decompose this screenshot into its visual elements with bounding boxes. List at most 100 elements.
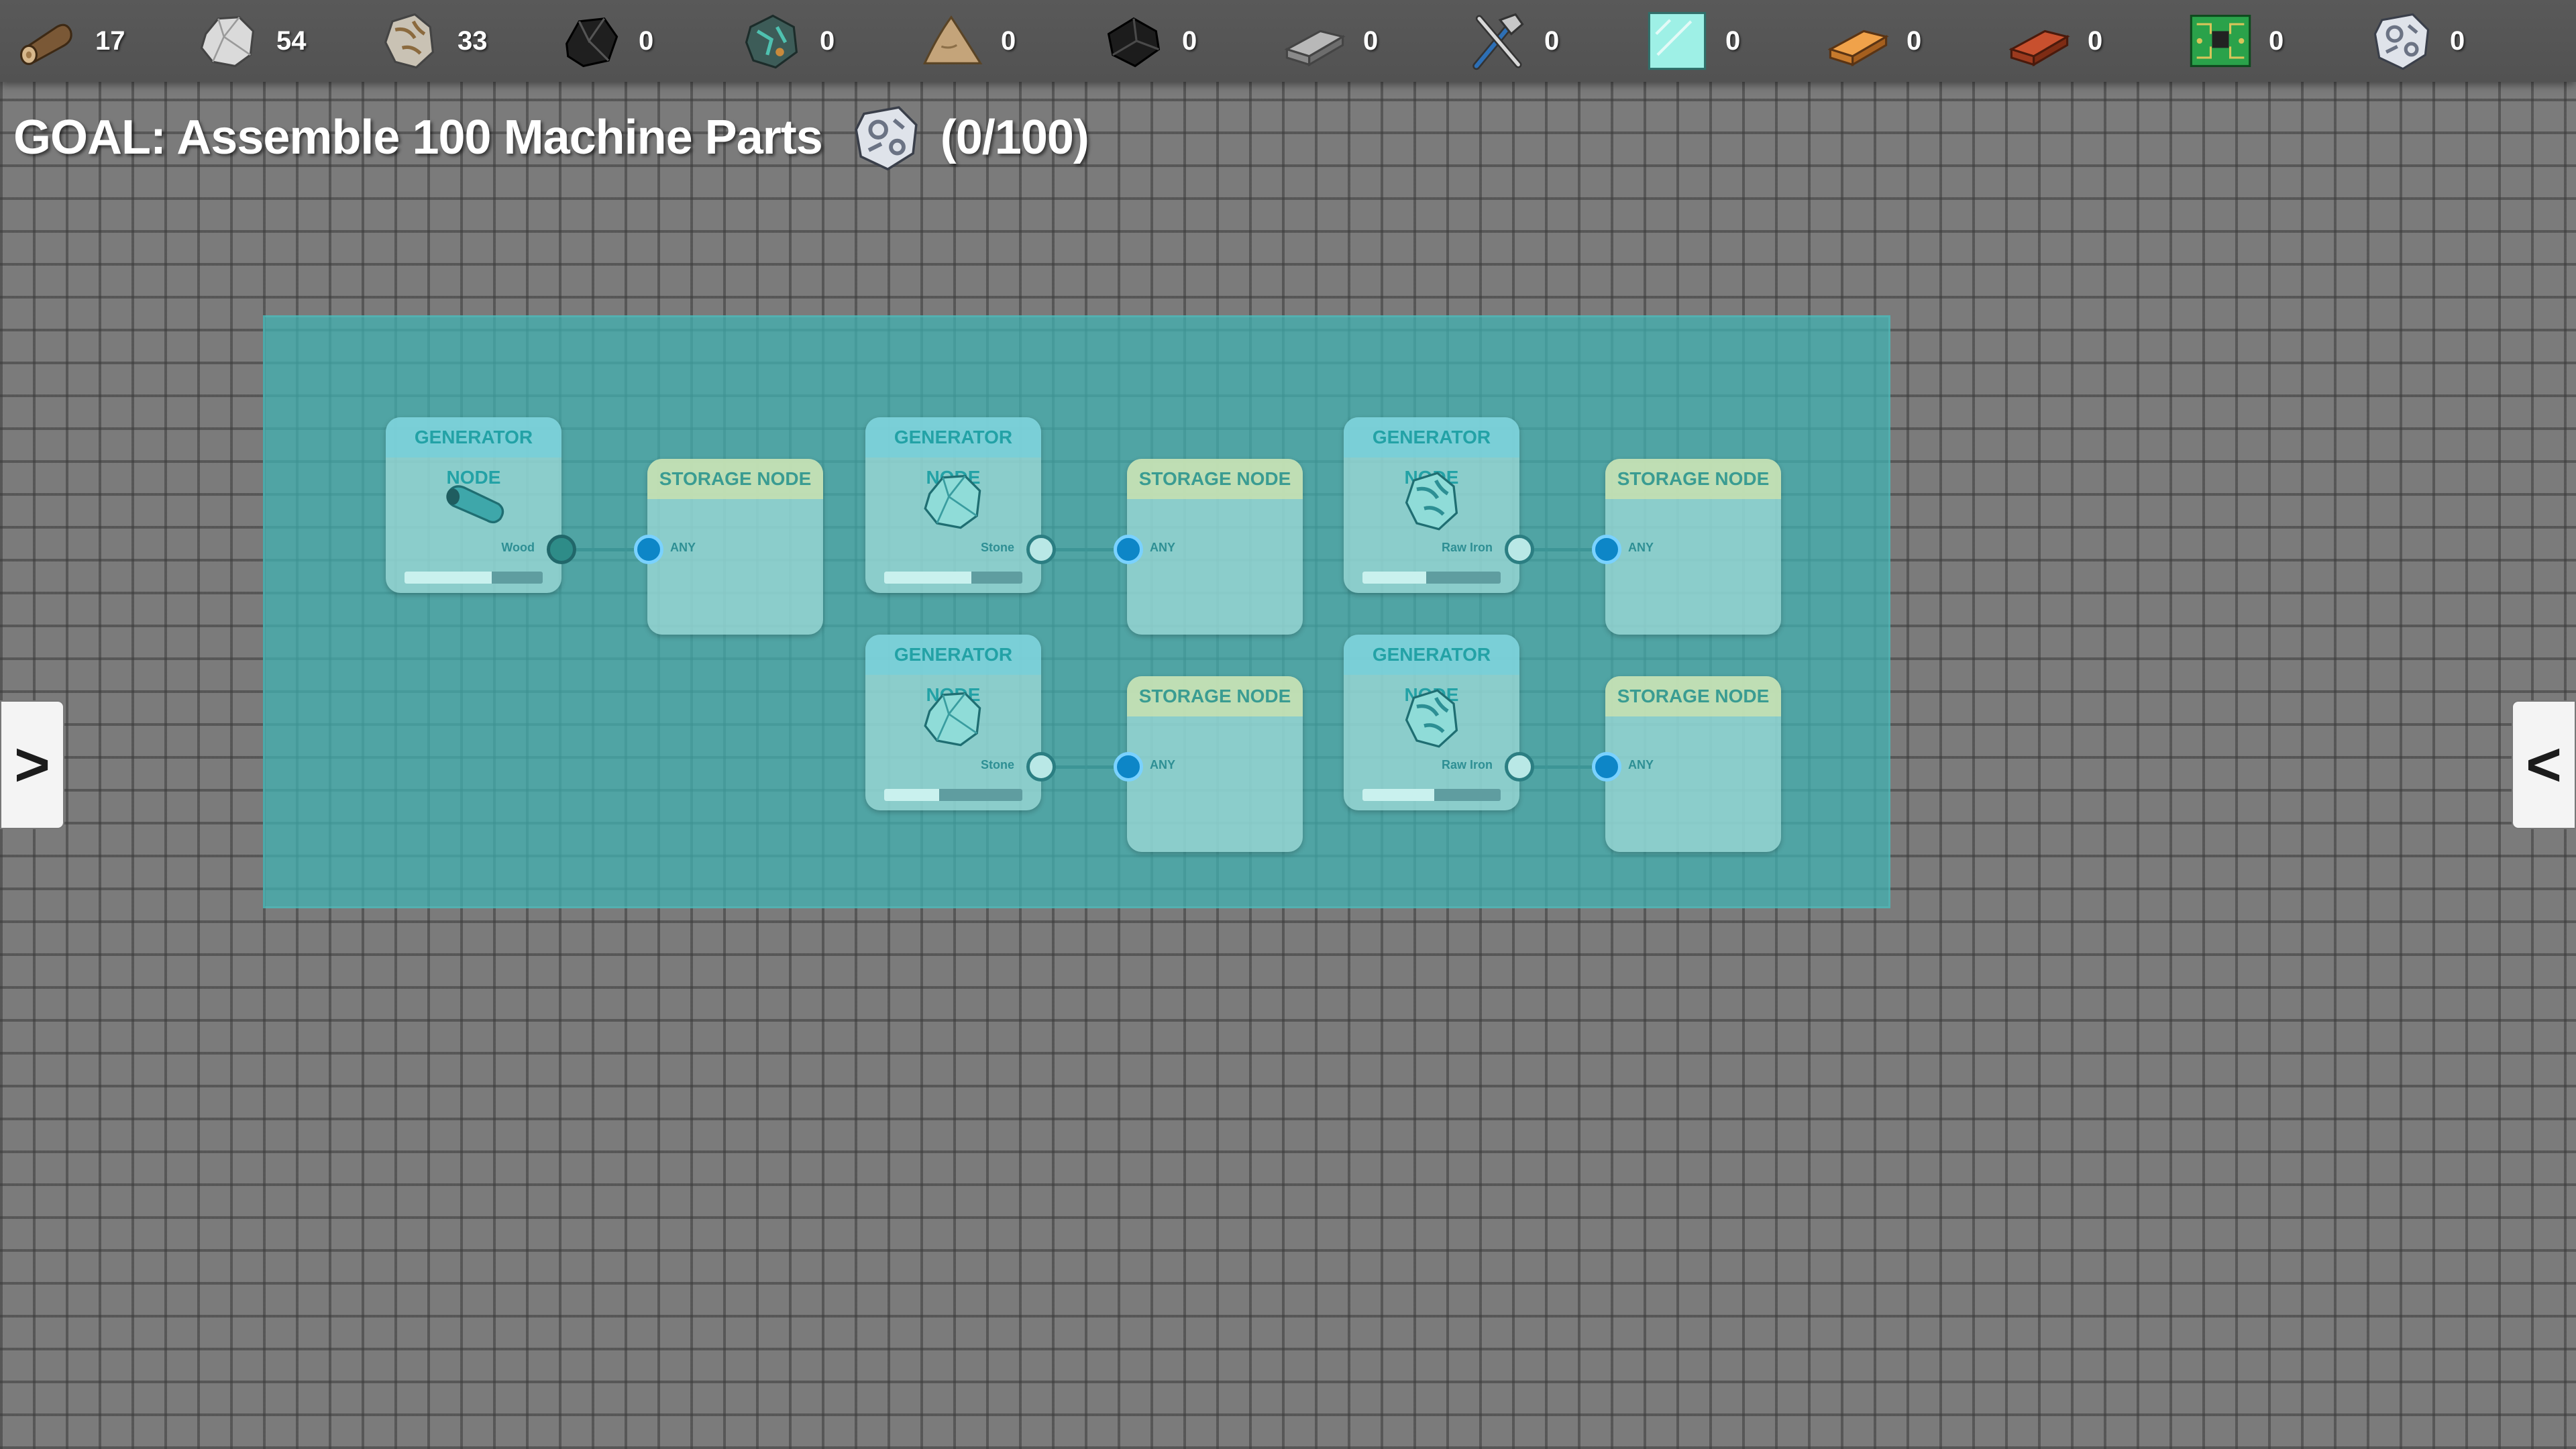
stone-icon: [916, 682, 990, 755]
input-port[interactable]: [1592, 535, 1621, 564]
raw-iron-icon: [1395, 682, 1468, 755]
output-resource-label: Raw Iron: [1441, 541, 1493, 554]
generator-progress-fill: [1362, 572, 1426, 584]
connection-wire: [1056, 765, 1114, 769]
goal-text: GOAL: Assemble 100 Machine Parts: [13, 111, 823, 164]
resource-count: 33: [458, 25, 488, 56]
storage-node[interactable]: STORAGE NODE ANY: [1127, 459, 1303, 635]
resource-count: 0: [1182, 25, 1197, 56]
machine-part-icon: [2367, 6, 2436, 76]
resource-count: 0: [1363, 25, 1379, 56]
resource-coal[interactable]: 0: [555, 0, 730, 82]
resource-count: 0: [1907, 25, 1922, 56]
resource-machine-part[interactable]: 0: [2367, 0, 2541, 82]
input-port[interactable]: [1114, 752, 1143, 782]
rubber-icon: [1099, 6, 1169, 76]
resource-circuit-board[interactable]: 0: [2186, 0, 2360, 82]
generator-node[interactable]: GENERATOR NODE Stone: [865, 417, 1041, 593]
resource-count: 0: [2088, 25, 2103, 56]
storage-port-label: ANY: [1628, 758, 1654, 771]
generator-node-title: GENERATOR NODE: [1344, 417, 1519, 488]
resource-sand[interactable]: 0: [918, 0, 1092, 82]
output-port[interactable]: [1026, 752, 1056, 782]
storage-node-title: STORAGE NODE: [1127, 459, 1303, 499]
resource-raw-iron[interactable]: 33: [374, 0, 549, 82]
output-resource-label: Raw Iron: [1441, 758, 1493, 771]
generator-node[interactable]: GENERATOR NODE Wood: [386, 417, 561, 593]
wood-icon: [437, 464, 511, 538]
glass-icon: [1642, 6, 1712, 76]
machine-part-icon: [847, 98, 926, 177]
storage-port-label: ANY: [1150, 541, 1176, 554]
output-resource-label: Stone: [980, 758, 1014, 771]
wood-icon: [12, 6, 82, 76]
generator-progress-bar: [1362, 789, 1501, 801]
storage-node-title: STORAGE NODE: [647, 459, 823, 499]
storage-node[interactable]: STORAGE NODE ANY: [1127, 676, 1303, 852]
factory-zone[interactable]: GENERATOR NODE Wood STORAGE NODE ANY GENERAT…: [263, 315, 1890, 908]
generator-progress-fill: [884, 572, 971, 584]
resource-iron-ingot[interactable]: 0: [1280, 0, 1454, 82]
generator-node-title: GENERATOR NODE: [386, 417, 561, 488]
iron-ingot-icon: [1280, 6, 1350, 76]
connection-wire: [1534, 765, 1592, 769]
generator-node[interactable]: GENERATOR NODE Raw Iron: [1344, 635, 1519, 810]
output-port[interactable]: [1505, 535, 1534, 564]
generator-node[interactable]: GENERATOR NODE Stone: [865, 635, 1041, 810]
output-resource-label: Stone: [980, 541, 1014, 554]
storage-node-title: STORAGE NODE: [1605, 676, 1781, 716]
generator-progress-bar: [1362, 572, 1501, 584]
output-resource-label: Wood: [501, 541, 535, 554]
resource-count: 0: [1544, 25, 1560, 56]
resource-count: 0: [2269, 25, 2284, 56]
raw-iron-icon: [374, 6, 444, 76]
brick-icon: [2004, 6, 2074, 76]
resource-count: 0: [639, 25, 654, 56]
generator-node[interactable]: GENERATOR NODE Raw Iron: [1344, 417, 1519, 593]
output-port[interactable]: [1505, 752, 1534, 782]
stone-icon: [193, 6, 263, 76]
storage-port-label: ANY: [1150, 758, 1176, 771]
resource-brick[interactable]: 0: [2004, 0, 2179, 82]
resource-glass[interactable]: 0: [1642, 0, 1817, 82]
input-port[interactable]: [1114, 535, 1143, 564]
resource-bar: 17 54 33 0 0 0 0 0 0 0 0 0 0 0: [0, 0, 2576, 82]
generator-progress-fill: [1362, 789, 1435, 801]
open-left-panel-button[interactable]: >: [0, 700, 64, 829]
storage-node-title: STORAGE NODE: [1605, 459, 1781, 499]
connection-wire: [576, 548, 634, 551]
input-port[interactable]: [634, 535, 663, 564]
storage-node-title: STORAGE NODE: [1127, 676, 1303, 716]
resource-wood[interactable]: 17: [12, 0, 186, 82]
resource-count: 54: [276, 25, 307, 56]
sand-icon: [918, 6, 987, 76]
resource-raw-copper[interactable]: 0: [737, 0, 911, 82]
input-port[interactable]: [1592, 752, 1621, 782]
storage-port-label: ANY: [670, 541, 696, 554]
coal-icon: [555, 6, 625, 76]
resource-stone[interactable]: 54: [193, 0, 368, 82]
resource-tools[interactable]: 0: [1461, 0, 1635, 82]
connection-wire: [1534, 548, 1592, 551]
goal-banner: GOAL: Assemble 100 Machine Parts (0/100): [13, 94, 1089, 181]
generator-progress-fill: [405, 572, 492, 584]
storage-node[interactable]: STORAGE NODE ANY: [1605, 676, 1781, 852]
resource-copper-ingot[interactable]: 0: [1823, 0, 1998, 82]
circuit-board-icon: [2186, 6, 2255, 76]
generator-progress-bar: [405, 572, 543, 584]
output-port[interactable]: [547, 535, 576, 564]
generator-node-title: GENERATOR NODE: [865, 635, 1041, 705]
resource-count: 0: [2450, 25, 2465, 56]
output-port[interactable]: [1026, 535, 1056, 564]
copper-ingot-icon: [1823, 6, 1893, 76]
raw-copper-icon: [737, 6, 806, 76]
resource-count: 0: [1725, 25, 1741, 56]
generator-progress-bar: [884, 789, 1022, 801]
storage-node[interactable]: STORAGE NODE ANY: [1605, 459, 1781, 635]
storage-node[interactable]: STORAGE NODE ANY: [647, 459, 823, 635]
open-right-panel-button[interactable]: <: [2512, 700, 2576, 829]
raw-iron-icon: [1395, 464, 1468, 538]
resource-count: 0: [1001, 25, 1016, 56]
resource-rubber[interactable]: 0: [1099, 0, 1273, 82]
resource-count: 0: [820, 25, 835, 56]
